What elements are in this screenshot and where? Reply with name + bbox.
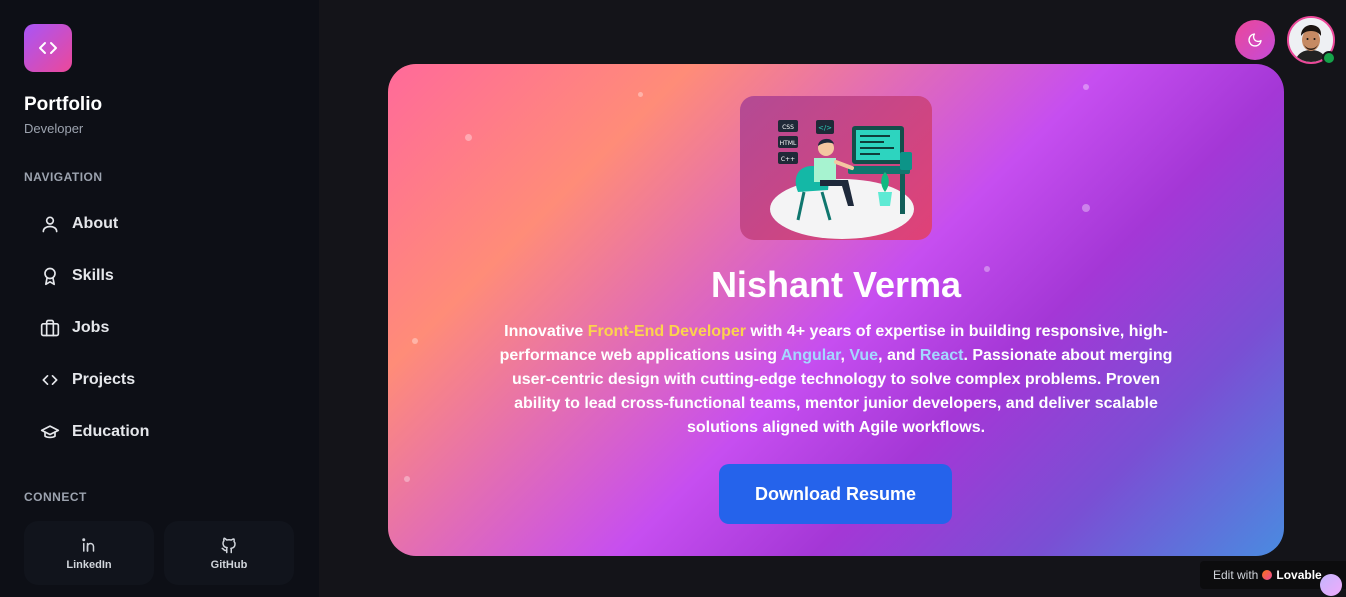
download-resume-button[interactable]: Download Resume <box>719 464 952 524</box>
nav-label-education: Education <box>72 423 150 440</box>
award-icon <box>44 267 56 286</box>
user-mini-avatar[interactable] <box>1320 574 1342 596</box>
theme-toggle-button[interactable] <box>1235 20 1275 60</box>
hero-name: Nishant Verma <box>710 264 962 305</box>
hero-card: CSS HTML C++ </> Nishant Verma Innovativ… <box>388 64 1284 556</box>
nav-item-about[interactable]: About <box>24 202 294 246</box>
nav-label-skills: Skills <box>72 267 114 284</box>
online-status-dot <box>1322 51 1336 65</box>
developer-at-desk-icon: CSS HTML C++ </> <box>770 120 914 239</box>
logo[interactable] <box>24 24 72 72</box>
bio-tech-react: React <box>919 347 964 364</box>
lovable-heart-icon <box>1262 570 1273 580</box>
bio-role-highlight: Front-End Developer <box>587 323 746 340</box>
sidebar: Portfolio Developer <box>0 0 319 597</box>
connect-heading: CONNECT <box>24 490 87 504</box>
illus-tag-css: CSS <box>782 124 794 131</box>
nav-label-projects: Projects <box>72 371 136 388</box>
developer-illustration: CSS HTML C++ </> <box>740 96 932 240</box>
bio-tech-vue: Vue <box>849 347 879 364</box>
nav-item-skills[interactable]: Skills <box>24 254 294 298</box>
graduation-cap-icon <box>40 425 60 439</box>
github-icon <box>221 537 236 553</box>
code-icon <box>39 42 57 54</box>
nav-item-education[interactable]: Education <box>24 410 294 454</box>
sparkle <box>1083 84 1089 90</box>
bio-text: , <box>840 347 850 364</box>
brand-title: Portfolio <box>24 94 103 115</box>
edit-with-text: Edit with <box>1213 568 1259 582</box>
user-icon <box>42 216 58 233</box>
brand-subtitle: Developer <box>24 121 84 136</box>
bio-text: , and <box>878 347 920 364</box>
nav-label-about: About <box>72 215 119 232</box>
briefcase-icon <box>40 319 60 337</box>
nav-item-jobs[interactable]: Jobs <box>24 306 294 350</box>
linkedin-icon <box>82 537 95 552</box>
sparkle <box>1082 204 1090 212</box>
linkedin-button[interactable]: LinkedIn <box>24 521 154 585</box>
nav-label-jobs: Jobs <box>72 319 110 336</box>
nav-item-projects[interactable]: Projects <box>24 358 294 402</box>
sparkle <box>404 476 410 482</box>
github-label: GitHub <box>210 558 248 571</box>
lovable-brand: Lovable <box>1276 568 1322 582</box>
svg-text:</>: </> <box>818 124 832 132</box>
github-button[interactable]: GitHub <box>164 521 294 585</box>
illus-tag-cpp: C++ <box>781 156 795 163</box>
bio-tech-angular: Angular <box>780 347 841 364</box>
navigation-heading: NAVIGATION <box>24 170 103 184</box>
sparkle <box>412 338 418 344</box>
linkedin-label: LinkedIn <box>66 558 112 571</box>
sparkle <box>465 134 472 141</box>
hero-bio: Innovative Front-End Developer with 4+ y… <box>496 320 1176 440</box>
sparkle <box>638 92 643 97</box>
moon-icon <box>1248 33 1262 47</box>
illus-tag-html: HTML <box>780 140 797 147</box>
bio-text: Innovative <box>504 323 588 340</box>
code-icon <box>42 375 58 385</box>
